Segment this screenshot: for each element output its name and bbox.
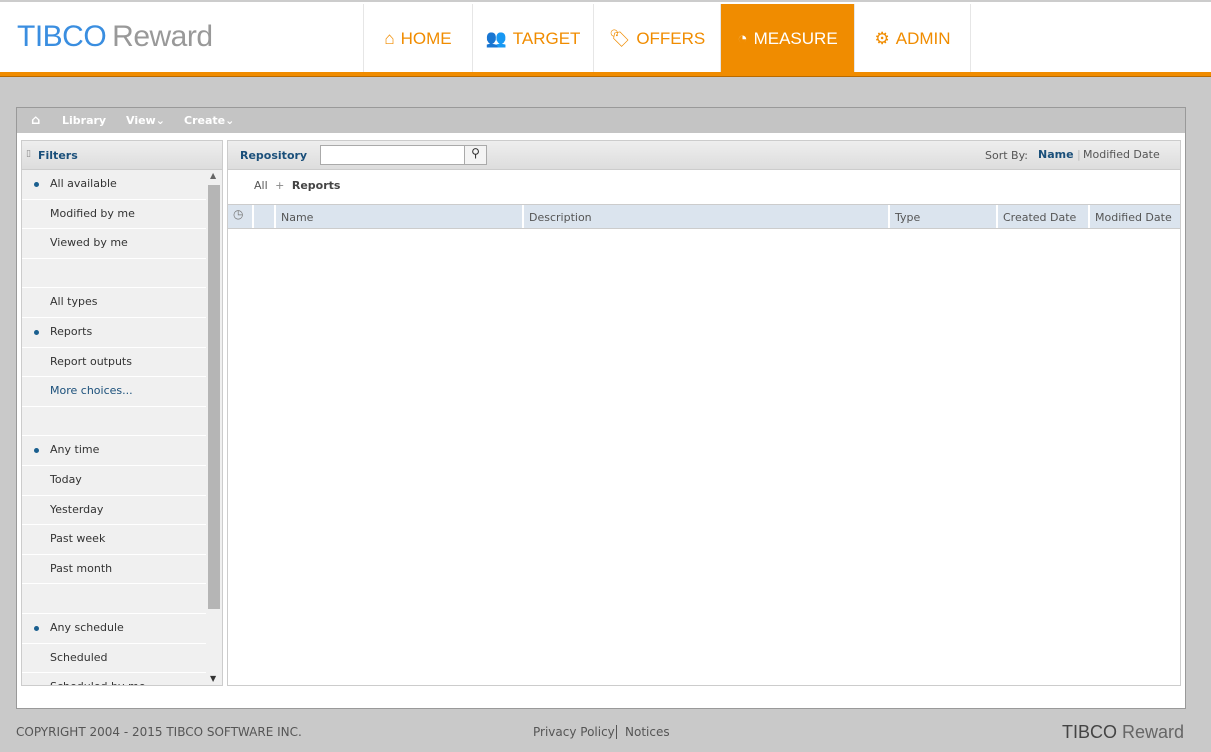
- column-modified-date[interactable]: Modified Date: [1088, 205, 1180, 228]
- filters-header[interactable]: ▯ Filters: [22, 141, 222, 170]
- filter-spacer: [22, 258, 206, 289]
- scroll-down-icon[interactable]: ▼: [210, 674, 216, 683]
- breadcrumb: All + Reports: [254, 179, 341, 192]
- collapse-icon[interactable]: ▯: [26, 149, 31, 159]
- filter-item[interactable]: Past month: [22, 554, 206, 585]
- scroll-up-icon[interactable]: ▲: [210, 171, 216, 180]
- nav-target[interactable]: 👥 TARGET: [472, 4, 593, 74]
- library-menu[interactable]: Library: [62, 114, 106, 127]
- dashboard-icon: ◔: [737, 29, 748, 48]
- filter-list: All available Modified by me Viewed by me A…: [22, 170, 222, 685]
- filter-item[interactable]: All types: [22, 288, 206, 318]
- sort-by-name[interactable]: Name: [1038, 148, 1074, 161]
- filter-item[interactable]: More choices...: [22, 377, 206, 407]
- column-created-date[interactable]: Created Date: [996, 205, 1088, 228]
- app-header: TIBCO Reward ⌂ HOME 👥 TARGET 🏷 OFFERS ◔ MEASU…: [0, 0, 1211, 74]
- copyright: COPYRIGHT 2004 - 2015 TIBCO SOFTWARE INC…: [16, 725, 302, 739]
- column-type[interactable]: Type: [888, 205, 996, 228]
- sort-divider: |: [1077, 148, 1081, 161]
- repository-header: Repository ⚲ Sort By: Name | Modified Da…: [228, 141, 1180, 170]
- filter-spacer: [22, 584, 206, 614]
- filter-item[interactable]: Yesterday: [22, 495, 206, 526]
- table-header: ◷ Name Description Type Created Date Mod…: [228, 204, 1180, 229]
- tibco-reward-logo: TIBCO Reward: [17, 20, 213, 53]
- repository-title: Repository: [240, 149, 308, 162]
- repository-panel: Repository ⚲ Sort By: Name | Modified Da…: [227, 140, 1181, 686]
- search-icon[interactable]: ⚲: [464, 145, 487, 165]
- column-description[interactable]: Description: [522, 205, 888, 228]
- breadcrumb-all[interactable]: All: [254, 179, 268, 192]
- filters-scrollbar[interactable]: ▲ ▼: [206, 171, 222, 685]
- filter-item[interactable]: Reports: [22, 317, 206, 348]
- search-input[interactable]: [320, 145, 465, 165]
- nav-measure[interactable]: ◔ MEASURE: [720, 4, 854, 74]
- filter-spacer: [22, 406, 206, 437]
- filter-item[interactable]: Viewed by me: [22, 229, 206, 259]
- filter-item[interactable]: All available: [22, 170, 206, 200]
- column-name[interactable]: Name: [274, 205, 522, 228]
- view-menu[interactable]: View⌄: [126, 114, 165, 127]
- filter-item[interactable]: Scheduled by me: [22, 673, 206, 685]
- privacy-policy-link[interactable]: Privacy Policy: [533, 725, 615, 739]
- create-menu[interactable]: Create⌄: [184, 114, 234, 127]
- filter-item[interactable]: Today: [22, 465, 206, 496]
- clock-icon[interactable]: ◷: [228, 205, 252, 228]
- filters-panel: ▯ Filters All available Modified by me View…: [21, 140, 223, 686]
- footer-logo: TIBCO Reward: [1062, 722, 1185, 742]
- filter-item[interactable]: Any schedule: [22, 613, 206, 644]
- users-icon: 👥: [485, 29, 507, 48]
- nav-admin[interactable]: ⚙ ADMIN: [854, 4, 971, 74]
- column-select: [252, 205, 274, 228]
- sort-label: Sort By:: [985, 149, 1029, 162]
- home-icon: ⌂: [384, 29, 395, 48]
- nav-home[interactable]: ⌂ HOME: [363, 4, 472, 74]
- nav-offers[interactable]: 🏷 OFFERS: [593, 4, 720, 74]
- filter-item[interactable]: Report outputs: [22, 347, 206, 378]
- library-panel: ⌂ Library View⌄ Create⌄ ▯ Filters All ava…: [16, 107, 1186, 709]
- sort-by-modified-date[interactable]: Modified Date: [1083, 148, 1160, 161]
- notices-link[interactable]: Notices: [616, 725, 670, 739]
- filter-item[interactable]: Any time: [22, 436, 206, 466]
- filter-item[interactable]: Past week: [22, 525, 206, 555]
- home-icon[interactable]: ⌂: [31, 113, 40, 128]
- filter-item[interactable]: Modified by me: [22, 199, 206, 230]
- tags-icon: 🏷: [608, 29, 631, 48]
- filter-item[interactable]: Scheduled: [22, 643, 206, 674]
- accent-bar: [0, 72, 1211, 77]
- scrollbar-thumb[interactable]: [208, 185, 220, 609]
- toolbar: ⌂ Library View⌄ Create⌄: [17, 108, 1185, 133]
- cogs-icon: ⚙: [874, 29, 890, 48]
- breadcrumb-current: Reports: [291, 179, 341, 192]
